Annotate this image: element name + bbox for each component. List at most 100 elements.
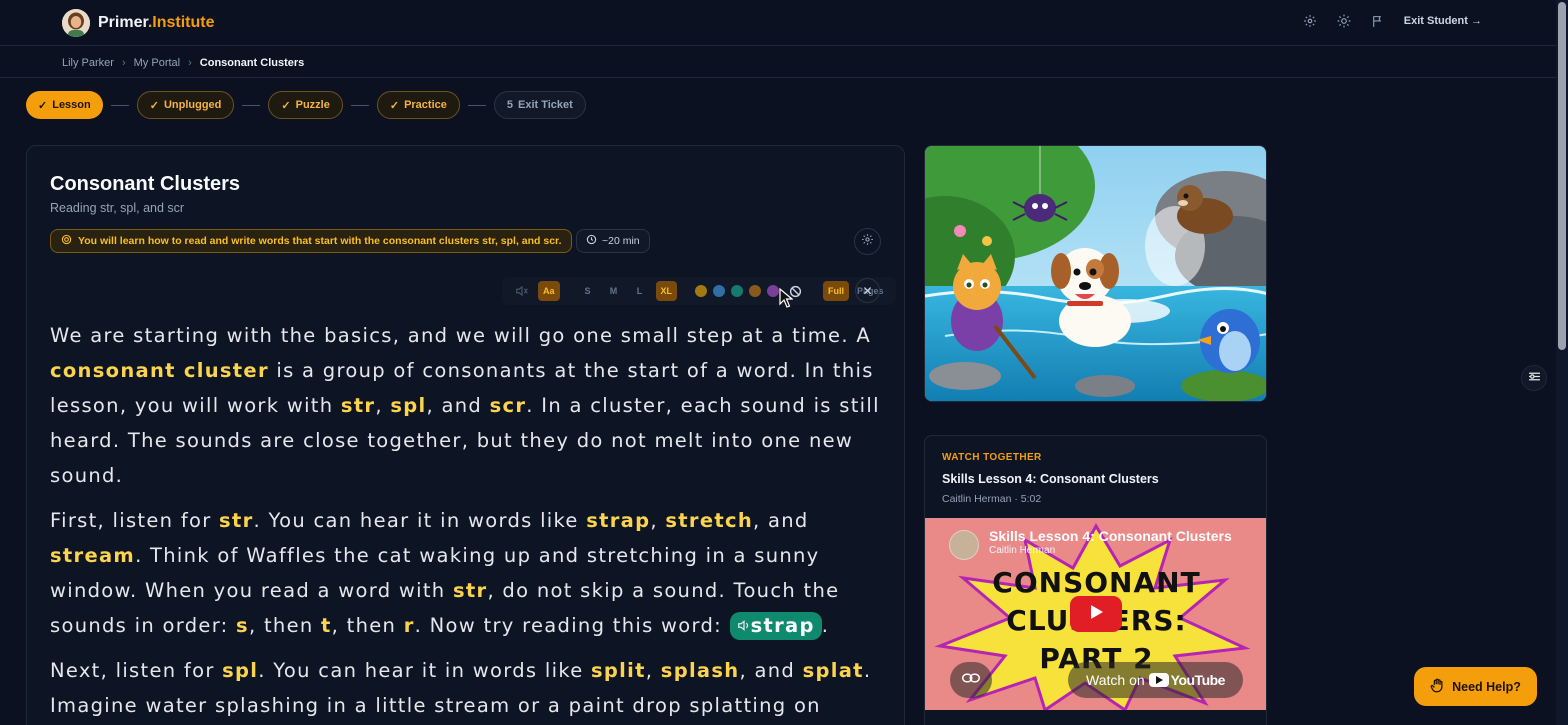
step-connector: [350, 104, 369, 106]
video-title: Skills Lesson 4: Consonant Clusters: [942, 472, 1159, 486]
size-xl-button[interactable]: XL: [655, 281, 678, 301]
read-aloud-icon[interactable]: [512, 281, 532, 301]
text: , and: [739, 659, 803, 682]
cluster-highlight: str: [340, 394, 376, 417]
color-swatch[interactable]: [749, 285, 762, 297]
need-help-button[interactable]: Need Help?: [1414, 667, 1537, 706]
clock-icon: [586, 234, 597, 248]
side-panel-toggle[interactable]: [1521, 365, 1547, 391]
chevron-right-icon: ›: [188, 56, 192, 69]
step-label: Practice: [404, 99, 447, 111]
step-connector: [467, 104, 486, 106]
channel-avatar[interactable]: [949, 530, 979, 560]
breadcrumb-item[interactable]: Lily Parker: [62, 57, 114, 69]
sound-highlight: s: [236, 614, 249, 637]
sun-icon[interactable]: [1336, 13, 1352, 29]
word-highlight: split: [591, 659, 646, 682]
app: Primer.Institute Exit Student → Lily Par…: [0, 0, 1568, 725]
word-highlight: stream: [50, 544, 136, 567]
size-l-button[interactable]: L: [630, 281, 650, 301]
cluster-highlight: str: [219, 509, 254, 532]
word-highlight: splat: [802, 659, 864, 682]
text: , and: [753, 509, 809, 532]
text: Next, listen for: [50, 659, 223, 682]
player-channel[interactable]: Caitlin Herman: [989, 545, 1055, 556]
brand[interactable]: Primer.Institute: [62, 9, 214, 37]
text: ,: [650, 509, 666, 532]
video-art-line: CONSONANT: [992, 566, 1201, 599]
mouse-cursor-icon: [779, 288, 793, 308]
text: ,: [645, 659, 661, 682]
youtube-play-icon: [1148, 673, 1169, 687]
step-label: Exit Ticket: [518, 99, 573, 111]
copy-link-button[interactable]: [950, 662, 992, 698]
size-m-button[interactable]: M: [604, 281, 624, 301]
step-exit-ticket[interactable]: 5 Exit Ticket: [493, 91, 586, 119]
play-icon: [1088, 604, 1104, 625]
scrollbar-thumb[interactable]: [1558, 2, 1566, 350]
step-practice[interactable]: ✓ Practice: [376, 91, 460, 119]
video-meta: Caitlin Herman · 5:02: [942, 493, 1042, 505]
check-icon: ✓: [389, 99, 400, 112]
text: ,: [375, 394, 391, 417]
step-unplugged[interactable]: ✓ Unplugged: [136, 91, 235, 119]
breadcrumb-current: Consonant Clusters: [199, 56, 305, 69]
font-toggle-button[interactable]: Aa: [538, 281, 560, 301]
video-card: WATCH TOGETHER Skills Lesson 4: Consonan…: [924, 435, 1267, 725]
chevron-right-icon: ›: [121, 56, 126, 69]
page-scrollbar[interactable]: [1556, 0, 1568, 725]
video-eyebrow: WATCH TOGETHER: [942, 452, 1042, 463]
hand-icon: [1430, 678, 1445, 696]
flag-icon[interactable]: [1370, 13, 1386, 29]
reading-paragraph: Next, listen for spl. You can hear it in…: [50, 653, 885, 723]
divider: [0, 77, 1556, 78]
size-s-button[interactable]: S: [578, 281, 598, 301]
player-title[interactable]: Skills Lesson 4: Consonant Clusters: [989, 528, 1232, 544]
step-label: Unplugged: [163, 99, 222, 111]
breadcrumb: Lily Parker › My Portal › Consonant Clus…: [62, 47, 1556, 78]
speak-word-button[interactable]: strap: [729, 612, 822, 640]
color-swatch[interactable]: [731, 285, 744, 297]
text: , and: [426, 394, 490, 417]
sliders-icon: [1528, 369, 1541, 387]
youtube-wordmark: YouTube: [1170, 672, 1226, 688]
mode-full-button[interactable]: Full: [823, 281, 850, 301]
brand-name: Primer.Institute: [98, 14, 215, 31]
color-swatch[interactable]: [767, 285, 780, 297]
video-player[interactable]: Skills Lesson 4: Consonant Clusters Cait…: [925, 518, 1266, 710]
close-reader-button[interactable]: ✕: [855, 278, 880, 303]
reader-settings-button[interactable]: [854, 228, 881, 255]
gear-icon: [861, 233, 874, 251]
top-bar: Primer.Institute Exit Student →: [0, 0, 1556, 46]
text: We are starting with the basics, and we …: [50, 324, 871, 347]
color-swatch[interactable]: [695, 285, 708, 297]
word-highlight: strap: [586, 509, 651, 532]
step-connector: [242, 104, 261, 106]
lesson-stepper: ✓ Lesson ✓ Unplugged ✓ Puzzle ✓ Practice…: [26, 91, 586, 119]
text: , then: [248, 614, 322, 637]
top-actions: Exit Student →: [1302, 13, 1482, 29]
avatar-icon: [62, 9, 90, 37]
play-button[interactable]: [1070, 596, 1122, 632]
color-swatch[interactable]: [713, 285, 726, 297]
sound-highlight: t: [321, 614, 332, 637]
speak-word-label: strap: [750, 614, 815, 637]
breadcrumb-item[interactable]: My Portal: [134, 57, 180, 69]
gear-icon[interactable]: [1302, 13, 1318, 29]
step-puzzle[interactable]: ✓ Puzzle: [268, 91, 343, 119]
watch-on-youtube-button[interactable]: Watch on YouTube: [1068, 662, 1243, 698]
word-highlight: splash: [660, 659, 740, 682]
exit-student-link[interactable]: Exit Student →: [1404, 15, 1482, 27]
text: , then: [331, 614, 404, 637]
step-label: Puzzle: [295, 99, 330, 111]
duration-text: ~20 min: [602, 235, 640, 247]
link-icon: [962, 671, 980, 689]
speaker-icon: [737, 614, 751, 637]
word-highlight: stretch: [665, 509, 754, 532]
reader-toolbar: Aa S M L XL Full Pages: [502, 277, 896, 305]
lesson-subtitle: Reading str, spl, and scr: [50, 201, 185, 215]
step-lesson[interactable]: ✓ Lesson: [26, 91, 103, 119]
cluster-highlight: spl: [222, 659, 259, 682]
cluster-highlight: spl: [390, 394, 427, 417]
text: First, listen for: [50, 509, 220, 532]
